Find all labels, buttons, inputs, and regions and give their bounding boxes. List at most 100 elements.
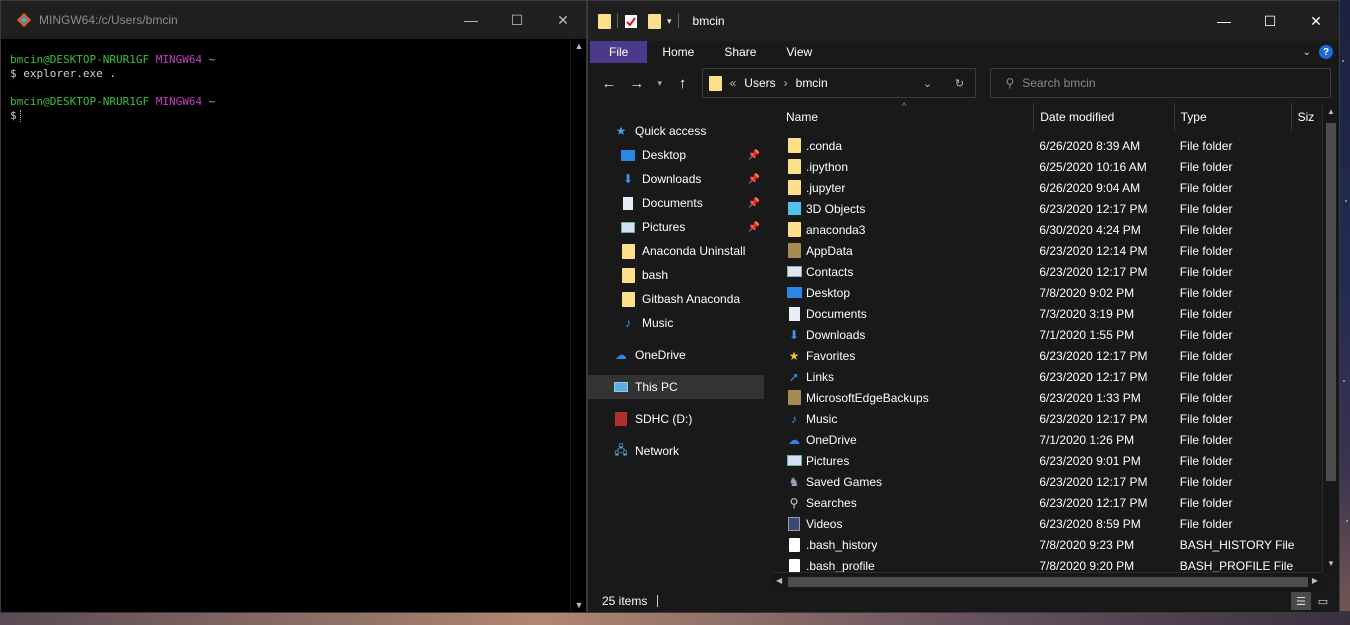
scroll-up-icon[interactable]: ▲ [1323,107,1339,116]
search-box[interactable]: ⚲ Search bmcin [990,68,1332,98]
table-row[interactable]: .bash_history 7/8/2020 9:23 PM BASH_HISTOR… [772,534,1321,555]
column-label: Date modified [1040,110,1115,124]
sidebar-item-network[interactable]: 🖧 Network [588,439,764,463]
tab-home[interactable]: Home [647,41,709,63]
maximize-button[interactable]: ☐ [1247,1,1293,41]
table-row[interactable]: Videos 6/23/2020 8:59 PM File folder [772,513,1321,534]
scroll-up-icon[interactable]: ▲ [571,39,587,53]
navigation-pane[interactable]: ★ Quick access Desktop 📌 ⬇ Downloads 📌 D… [588,103,768,590]
terminal-titlebar[interactable]: MINGW64:/c/Users/bmcin — ☐ ✕ [1,1,586,39]
breadcrumb-overflow[interactable]: « [730,76,737,90]
table-row[interactable]: .jupyter 6/26/2020 9:04 AM File folder [772,177,1321,198]
table-row[interactable]: Documents 7/3/2020 3:19 PM File folder [772,303,1321,324]
sidebar-item-pictures[interactable]: Pictures 📌 [588,215,764,239]
address-dropdown-icon[interactable]: ⌄ [911,69,943,97]
help-icon[interactable]: ? [1319,45,1333,59]
scroll-left-icon[interactable]: ◀ [776,576,782,585]
column-header-name[interactable]: ^ Name [772,101,1035,131]
table-row[interactable]: ♪ Music 6/23/2020 12:17 PM File folder [772,408,1321,429]
large-icons-view-icon[interactable]: ▭ [1313,592,1333,610]
sidebar-item-this-pc[interactable]: This PC [588,375,764,399]
sidebar-item-onedrive[interactable]: ☁ OneDrive [588,343,764,367]
command-line[interactable]: $ [10,109,570,123]
sidebar-item-gitbash-anaconda[interactable]: Gitbash Anaconda [588,287,764,311]
table-row[interactable]: ☁ OneDrive 7/1/2020 1:26 PM File folder [772,429,1321,450]
table-row[interactable]: ➚ Links 6/23/2020 12:17 PM File folder [772,366,1321,387]
file-explorer-window[interactable]: ▾ bmcin — ☐ ✕ File Home Share View ⌄ ? ←… [587,0,1340,613]
terminal-output[interactable]: bmcin@DESKTOP-NRUR1GF MINGW64 ~ $ explor… [1,39,570,612]
properties-icon[interactable] [624,14,638,29]
link-icon: ➚ [788,369,800,384]
table-row[interactable]: ⬇ Downloads 7/1/2020 1:55 PM File folder [772,324,1321,345]
sidebar-item-bash[interactable]: bash [588,263,764,287]
table-row[interactable]: MicrosoftEdgeBackups 6/23/2020 1:33 PM Fil… [772,387,1321,408]
maximize-button[interactable]: ☐ [494,1,540,39]
scroll-down-icon[interactable]: ▼ [1323,559,1339,568]
table-row[interactable]: AppData 6/23/2020 12:14 PM File folder [772,240,1321,261]
table-row[interactable]: Pictures 6/23/2020 9:01 PM File folder [772,450,1321,471]
back-button[interactable]: ← [596,75,622,92]
column-header-type[interactable]: Type [1175,103,1292,131]
prompt-line: bmcin@DESKTOP-NRUR1GF MINGW64 ~ [10,95,570,109]
scroll-right-icon[interactable]: ▶ [1312,576,1318,585]
file-date: 6/23/2020 12:17 PM [1039,495,1148,510]
sidebar-item-music[interactable]: ♪ Music [588,311,764,335]
close-button[interactable]: ✕ [1293,1,1339,41]
pictures-icon [786,453,802,468]
minimize-button[interactable]: — [1201,1,1247,41]
address-bar[interactable]: « Users › bmcin ⌄ ↻ [701,68,977,98]
vertical-scrollbar[interactable]: ▲ ▼ [1322,103,1339,572]
sidebar-item-downloads[interactable]: ⬇ Downloads 📌 [588,167,764,191]
breadcrumb-bmcin[interactable]: bmcin [796,76,828,90]
table-row[interactable]: .conda 6/26/2020 8:39 AM File folder [772,135,1321,156]
close-button[interactable]: ✕ [540,1,586,39]
search-input[interactable]: Search bmcin [1022,76,1095,90]
terminal-window[interactable]: MINGW64:/c/Users/bmcin — ☐ ✕ bmcin@DESKT… [0,0,587,613]
scrollbar-thumb[interactable] [1326,123,1336,481]
breadcrumb-users[interactable]: Users [744,76,775,90]
sidebar-item-anaconda-uninstall[interactable]: Anaconda Uninstall [588,239,764,263]
pin-icon[interactable]: 📌 [748,222,760,233]
sidebar-item-sdhc[interactable]: SDHC (D:) [588,407,764,431]
details-view-icon[interactable]: ☰ [1291,592,1311,610]
scrollbar-thumb[interactable] [788,577,1308,587]
pin-icon[interactable]: 📌 [748,174,760,185]
new-folder-icon[interactable] [648,13,661,29]
file-date: 6/26/2020 9:04 AM [1039,180,1141,195]
pin-icon[interactable]: 📌 [748,198,760,209]
tab-file[interactable]: File [590,41,648,63]
table-row[interactable]: 3D Objects 6/23/2020 12:17 PM File folder [772,198,1321,219]
prompt-line: bmcin@DESKTOP-NRUR1GF MINGW64 ~ [10,53,570,67]
table-row[interactable]: anaconda3 6/30/2020 4:24 PM File folder [772,219,1321,240]
column-header-size[interactable]: Siz [1292,103,1321,131]
expand-ribbon-icon[interactable]: ⌄ [1303,47,1311,58]
forward-button[interactable]: → [624,75,650,92]
pin-icon[interactable]: 📌 [748,150,760,161]
explorer-titlebar[interactable]: ▾ bmcin — ☐ ✕ [588,1,1339,41]
terminal-scrollbar[interactable]: ▲ ▼ [570,39,586,612]
table-row[interactable]: Desktop 7/8/2020 9:02 PM File folder [772,282,1321,303]
file-list-pane[interactable]: ^ Name Date modified Type Siz .conda 6/26… [772,101,1339,590]
up-button[interactable]: ↑ [670,75,696,92]
chevron-right-icon[interactable]: › [784,76,788,90]
sidebar-item-desktop[interactable]: Desktop 📌 [588,143,764,167]
table-row[interactable]: ♞ Saved Games 6/23/2020 12:17 PM File folde… [772,471,1321,492]
horizontal-scrollbar[interactable]: ◀ ▶ [772,572,1322,590]
downloads-icon: ⬇ [788,327,800,342]
table-row[interactable]: .ipython 6/25/2020 10:16 AM File folder [772,156,1321,177]
recent-locations-icon[interactable]: ▾ [652,78,668,89]
tab-view[interactable]: View [771,41,827,63]
sidebar-item-quick-access[interactable]: ★ Quick access [588,119,764,143]
tab-share[interactable]: Share [709,41,771,63]
table-row[interactable]: ⚲ Searches 6/23/2020 12:17 PM File folder [772,492,1321,513]
folder-icon [621,291,635,307]
minimize-button[interactable]: — [448,1,494,39]
table-row[interactable]: Contacts 6/23/2020 12:17 PM File folder [772,261,1321,282]
scroll-down-icon[interactable]: ▼ [571,598,587,612]
sidebar-item-documents[interactable]: Documents 📌 [588,191,764,215]
customize-toolbar-icon[interactable]: ▾ [667,16,672,27]
refresh-icon[interactable]: ↻ [943,69,975,97]
column-header-date[interactable]: Date modified [1034,103,1175,131]
table-row[interactable]: ★ Favorites 6/23/2020 12:17 PM File folder [772,345,1321,366]
file-type: File folder [1179,138,1233,153]
